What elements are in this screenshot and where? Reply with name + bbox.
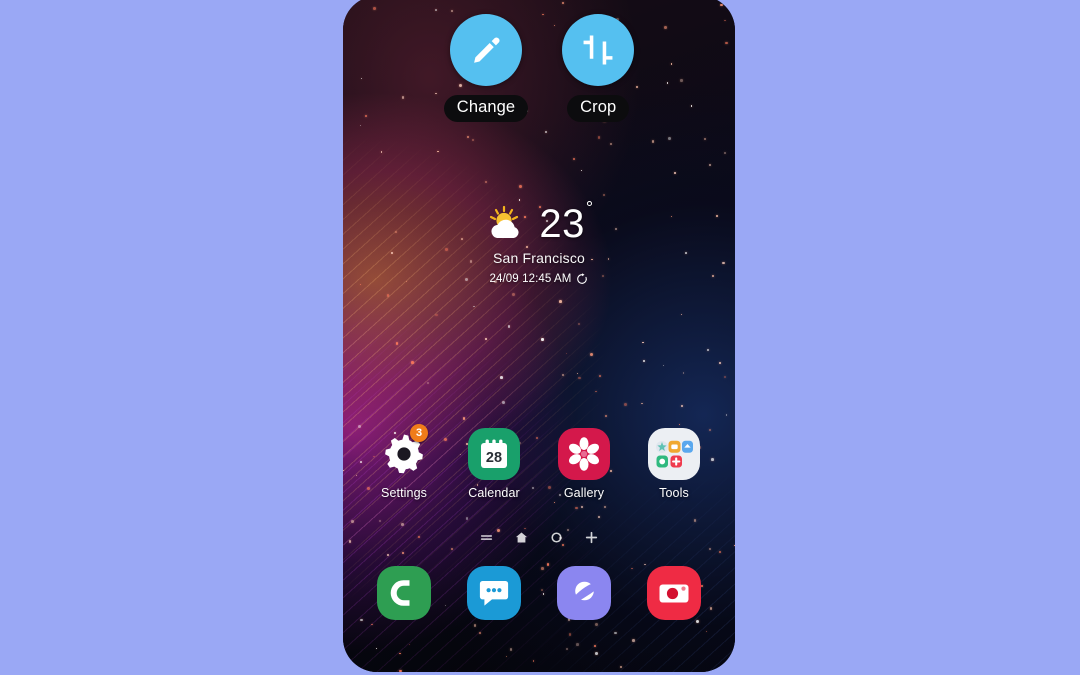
internet-app-icon[interactable] [557, 566, 611, 620]
dock-app-messages[interactable] [463, 566, 525, 620]
planet-icon [569, 581, 601, 605]
app-label-tools: Tools [659, 486, 689, 500]
app-label-gallery: Gallery [563, 486, 605, 500]
folder-mini-icons [656, 440, 693, 468]
pencil-icon [474, 37, 500, 63]
app-tools-folder[interactable]: Tools [643, 428, 705, 500]
circle-icon [551, 532, 562, 543]
page-indicator-list-lines-icon[interactable] [480, 531, 493, 544]
gallery-icon-wrap[interactable] [558, 428, 610, 480]
dock-app-internet[interactable] [553, 566, 615, 620]
weather-temperature-group: 23° [539, 199, 593, 246]
refresh-icon[interactable] [576, 273, 588, 285]
gallery-icon [558, 428, 610, 480]
phone-handset-icon [390, 580, 410, 606]
page-indicator-circle-icon[interactable] [550, 531, 563, 544]
home-icon [515, 532, 528, 543]
sun-behind-cloud-icon [490, 205, 519, 238]
page-indicator-plus-icon[interactable] [585, 531, 598, 544]
change-button-label: Change [443, 95, 529, 122]
change-wallpaper-button[interactable]: Change [443, 14, 529, 122]
weather-degree-symbol: ° [585, 197, 594, 218]
camera-icon [659, 584, 689, 603]
flower-icon [569, 437, 599, 471]
weather-main-row: 23° [485, 199, 593, 246]
folder-icon [648, 428, 700, 480]
app-calendar[interactable]: 28 Calendar [463, 428, 525, 500]
weather-city: San Francisco [492, 250, 586, 266]
phone-app-icon[interactable] [377, 566, 431, 620]
plus-icon [585, 531, 598, 544]
phone-screen: Change Crop 23° San Francisco 24/09 12:4… [343, 0, 735, 672]
chat-bubble-icon [479, 581, 509, 606]
change-button-circle[interactable] [450, 14, 522, 86]
camera-app-icon[interactable] [647, 566, 701, 620]
messages-app-icon[interactable] [467, 566, 521, 620]
settings-badge: 3 [410, 424, 428, 442]
calendar-day-number: 28 [486, 450, 502, 466]
app-label-settings: Settings [381, 486, 427, 500]
crop-button-circle[interactable] [562, 14, 635, 86]
weather-timestamp: 24/09 12:45 AM [489, 273, 572, 285]
settings-icon-wrap[interactable]: 3 [378, 424, 430, 480]
dock-app-camera[interactable] [643, 566, 705, 620]
weather-widget[interactable]: 23° San Francisco 24/09 12:45 AM [343, 199, 735, 285]
app-gallery[interactable]: Gallery [553, 428, 615, 500]
weather-timestamp-row: 24/09 12:45 AM [490, 273, 589, 285]
crop-icon [583, 35, 613, 65]
wallpaper-action-bar: Change Crop [343, 14, 735, 122]
list-lines-icon [480, 535, 493, 540]
app-label-calendar: Calendar [468, 486, 520, 500]
app-settings[interactable]: 3 Settings [373, 424, 435, 500]
calendar-icon: 28 [468, 428, 520, 480]
page-indicator [343, 531, 735, 544]
weather-temperature: 23 [539, 202, 585, 246]
tools-icon-wrap[interactable] [648, 428, 700, 480]
app-grid: 3 Settings 28 Calendar Gallery Tools [343, 424, 735, 500]
page-indicator-home-icon[interactable] [515, 531, 528, 544]
crop-wallpaper-button[interactable]: Crop [562, 14, 635, 122]
dock [343, 566, 735, 620]
crop-button-label: Crop [567, 95, 630, 122]
calendar-glyph-icon: 28 [481, 439, 507, 468]
dock-app-phone[interactable] [373, 566, 435, 620]
calendar-icon-wrap[interactable]: 28 [468, 428, 520, 480]
